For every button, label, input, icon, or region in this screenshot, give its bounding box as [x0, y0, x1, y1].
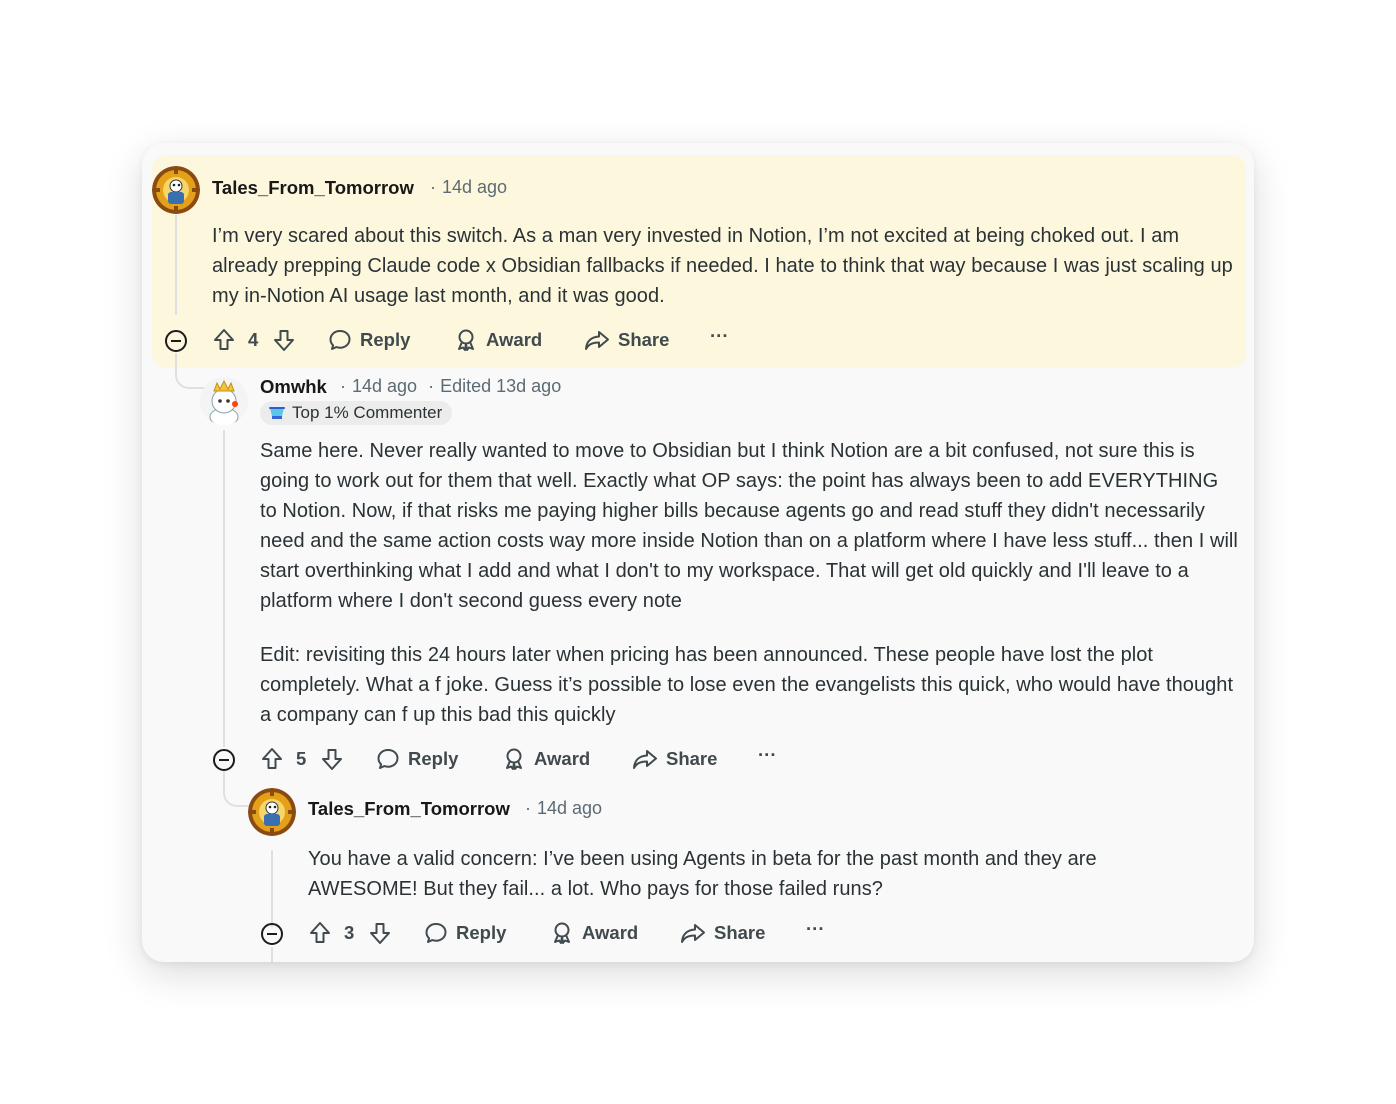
- comment-meta: · 14d ago · Edited 13d ago: [340, 376, 561, 397]
- thread-line: [175, 215, 177, 315]
- vote-count: 4: [248, 329, 259, 350]
- badge-label: Top 1% Commenter: [292, 403, 443, 422]
- avatar-image: [152, 166, 200, 214]
- more-options-button[interactable]: ···: [710, 321, 728, 351]
- thread-elbow: [175, 353, 205, 389]
- reply-icon: [425, 923, 447, 943]
- upvote-icon[interactable]: [308, 921, 332, 945]
- reply-button[interactable]: Reply: [328, 325, 410, 355]
- separator-dot: ·: [430, 177, 436, 197]
- thread-line: [271, 947, 273, 962]
- downvote-icon[interactable]: [272, 328, 296, 352]
- reply-button[interactable]: Reply: [376, 744, 458, 774]
- award-label: Award: [582, 922, 639, 943]
- avatar[interactable]: [152, 166, 200, 214]
- award-button[interactable]: Award: [502, 744, 590, 774]
- thread-line: [223, 430, 225, 747]
- timestamp[interactable]: 14d ago: [537, 798, 602, 818]
- reply-label: Reply: [408, 748, 459, 769]
- upvote-icon[interactable]: [212, 328, 236, 352]
- comment-body: I’m very scared about this switch. As a …: [212, 221, 1236, 311]
- reply-icon: [377, 749, 399, 769]
- share-button[interactable]: Share: [680, 918, 765, 948]
- collapse-icon[interactable]: [260, 922, 284, 946]
- status-badge: Top 1% Commenter: [260, 401, 453, 425]
- award-button[interactable]: Award: [454, 325, 542, 355]
- upvote-icon[interactable]: [260, 747, 284, 771]
- comment-body: Same here. Never really wanted to move t…: [260, 436, 1240, 730]
- avatar[interactable]: [200, 377, 248, 425]
- award-icon: [554, 922, 570, 944]
- avatar-image: [248, 788, 296, 836]
- share-label: Share: [666, 748, 718, 769]
- more-icon: ···: [758, 744, 777, 765]
- share-button[interactable]: Share: [584, 325, 669, 355]
- more-options-button[interactable]: ···: [758, 740, 776, 770]
- thread-elbow: [223, 771, 253, 807]
- award-icon: [458, 329, 474, 351]
- award-icon: [506, 748, 522, 770]
- comment-meta: · 14d ago: [525, 798, 602, 819]
- vote-count: 3: [344, 922, 355, 943]
- reply-button[interactable]: Reply: [424, 918, 506, 948]
- share-button[interactable]: Share: [632, 744, 717, 774]
- downvote-icon[interactable]: [368, 921, 392, 945]
- separator-dot: ·: [340, 376, 346, 396]
- username[interactable]: Omwhk: [260, 376, 327, 398]
- username[interactable]: Tales_From_Tomorrow: [212, 177, 414, 199]
- reply-label: Reply: [360, 329, 411, 350]
- more-options-button[interactable]: ···: [806, 914, 824, 944]
- comment-paragraph: You have a valid concern: I’ve been usin…: [308, 848, 1097, 900]
- award-label: Award: [486, 329, 543, 350]
- comment-meta: · 14d ago: [430, 177, 507, 198]
- collapse-icon[interactable]: [212, 748, 236, 772]
- trophy-icon: [269, 407, 285, 419]
- share-icon: [681, 924, 705, 943]
- comment-thread-card: Tales_From_Tomorrow · 14d ago I’m very sc…: [142, 143, 1254, 962]
- share-label: Share: [618, 329, 670, 350]
- share-label: Share: [714, 922, 766, 943]
- username[interactable]: Tales_From_Tomorrow: [308, 798, 510, 820]
- avatar[interactable]: [248, 788, 296, 836]
- avatar-image: [200, 377, 248, 425]
- collapse-icon[interactable]: [164, 329, 188, 353]
- award-label: Award: [534, 748, 591, 769]
- separator-dot: ·: [428, 376, 435, 396]
- comment-paragraph: I’m very scared about this switch. As a …: [212, 225, 1233, 307]
- comment-actions: 3 Reply Award Share ···: [238, 918, 1254, 948]
- reply-icon: [329, 330, 351, 350]
- comment-actions: 5 Reply Award Share ···: [190, 744, 1254, 774]
- share-icon: [633, 750, 657, 769]
- share-icon: [585, 331, 609, 350]
- edited-label: Edited 13d ago: [440, 376, 562, 396]
- comment-body: You have a valid concern: I’ve been usin…: [308, 844, 1208, 904]
- more-icon: ···: [806, 918, 825, 939]
- more-icon: ···: [710, 325, 729, 346]
- award-button[interactable]: Award: [550, 918, 638, 948]
- timestamp[interactable]: 14d ago: [442, 177, 507, 197]
- downvote-icon[interactable]: [320, 747, 344, 771]
- timestamp[interactable]: 14d ago: [352, 376, 417, 396]
- thread-line: [271, 850, 273, 927]
- vote-count: 5: [296, 748, 307, 769]
- reply-label: Reply: [456, 922, 507, 943]
- separator-dot: ·: [525, 798, 531, 818]
- comment-paragraph: Edit: revisiting this 24 hours later whe…: [260, 644, 1234, 726]
- comment-paragraph: Same here. Never really wanted to move t…: [260, 440, 1238, 612]
- comment-actions: 4 Reply Award Share ···: [142, 325, 1254, 355]
